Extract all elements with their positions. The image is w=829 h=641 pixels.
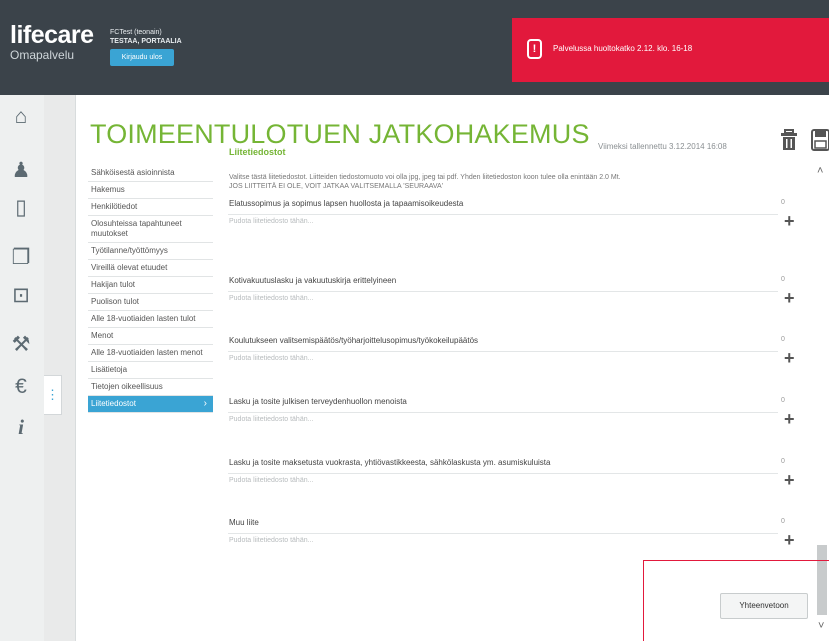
add-attachment-icon[interactable]: + xyxy=(784,349,795,367)
tools-icon[interactable]: ⚒ xyxy=(7,331,35,359)
instructions-line: JOS LIITTEITÄ EI OLE, VOIT JATKAA VALITS… xyxy=(229,183,444,190)
maintenance-alert: ! Palvelussa huoltokatko 2.12. klo. 16-1… xyxy=(512,18,829,82)
attachment-count[interactable]: 0 xyxy=(781,199,785,206)
section-item[interactable]: Puolison tulot xyxy=(88,294,213,311)
logo[interactable]: lifecare Omapalvelu xyxy=(10,22,94,62)
attachment-row: Koulutukseen valitsemispäätös/työharjoit… xyxy=(228,336,796,396)
logo-subtitle: Omapalvelu xyxy=(10,48,75,62)
attachment-title: Kotivakuutuslasku ja vakuutuskirja eritt… xyxy=(229,276,397,285)
attachment-row: Kotivakuutuslasku ja vakuutuskirja eritt… xyxy=(228,276,796,336)
person-icon[interactable]: ♟ xyxy=(7,157,35,185)
attachment-title: Elatussopimus ja sopimus lapsen huollost… xyxy=(229,199,464,208)
home-icon[interactable]: ⌂ xyxy=(7,103,35,131)
attachment-count[interactable]: 0 xyxy=(781,458,785,465)
divider xyxy=(228,214,778,215)
section-item[interactable]: Vireillä olevat etuudet xyxy=(88,260,213,277)
logout-button[interactable]: Kirjaudu ulos xyxy=(110,49,174,66)
attachment-count[interactable]: 0 xyxy=(781,518,785,525)
section-item[interactable]: Työtilanne/työttömyys xyxy=(88,243,213,260)
main-panel: TOIMEENTULOTUEN JATKOHAKEMUS Viimeksi ta… xyxy=(75,95,829,641)
instructions-line: Valitse tästä liitetiedostot. Liitteiden… xyxy=(229,174,621,181)
attachment-row: Lasku ja tosite julkisen terveydenhuollo… xyxy=(228,397,796,457)
add-attachment-icon[interactable]: + xyxy=(784,212,795,230)
drop-hint[interactable]: Pudota liitetiedosto tähän... xyxy=(229,537,313,544)
divider xyxy=(228,351,778,352)
instructions: Valitse tästä liitetiedostot. Liitteiden… xyxy=(229,173,621,191)
user-info: FCTest (teonain) TESTAA, PORTAALIA xyxy=(110,28,182,46)
euro-icon[interactable]: € xyxy=(7,373,35,401)
section-item[interactable]: Henkilötiedot xyxy=(88,199,213,216)
documents-icon[interactable]: ❐ xyxy=(7,244,35,272)
divider xyxy=(228,473,778,474)
exclamation-icon: ! xyxy=(527,39,542,59)
logo-brand: lifecare xyxy=(10,21,94,49)
section-menu: Sähköisestä asioinnista Hakemus Henkilöt… xyxy=(88,165,213,413)
section-item-liitetiedostot[interactable]: Liitetiedostot xyxy=(88,396,213,413)
section-item[interactable]: Menot xyxy=(88,328,213,345)
attachment-row: Lasku ja tosite maksetusta vuokrasta, yh… xyxy=(228,458,796,518)
section-item[interactable]: Alle 18-vuotiaiden lasten menot xyxy=(88,345,213,362)
attachment-title: Muu liite xyxy=(229,518,259,527)
section-item[interactable]: Hakemus xyxy=(88,182,213,199)
section-item[interactable]: Hakijan tulot xyxy=(88,277,213,294)
info-icon[interactable]: i xyxy=(7,413,35,441)
add-attachment-icon[interactable]: + xyxy=(784,531,795,549)
drop-hint[interactable]: Pudota liitetiedosto tähän... xyxy=(229,218,313,225)
alert-text: Palvelussa huoltokatko 2.12. klo. 16-18 xyxy=(553,44,693,53)
divider xyxy=(228,291,778,292)
section-item[interactable]: Alle 18-vuotiaiden lasten tulot xyxy=(88,311,213,328)
attachment-title: Lasku ja tosite maksetusta vuokrasta, yh… xyxy=(229,458,551,467)
attachment-title: Koulutukseen valitsemispäätös/työharjoit… xyxy=(229,336,479,345)
drop-hint[interactable]: Pudota liitetiedosto tähän... xyxy=(229,477,313,484)
add-attachment-icon[interactable]: + xyxy=(784,289,795,307)
section-heading: Liitetiedostot xyxy=(229,147,286,157)
divider xyxy=(228,533,778,534)
left-navigation: ⌂ ♟ ▯ ❐ ⊡ ⚒ € i xyxy=(0,95,44,641)
attachment-row: Muu liite 0 Pudota liitetiedosto tähän..… xyxy=(228,518,796,561)
section-item[interactable]: Lisätietoja xyxy=(88,362,213,379)
drop-hint[interactable]: Pudota liitetiedosto tähän... xyxy=(229,295,313,302)
attachment-count[interactable]: 0 xyxy=(781,336,785,343)
drop-hint[interactable]: Pudota liitetiedosto tähän... xyxy=(229,355,313,362)
company-name: TESTAA, PORTAALIA xyxy=(110,38,182,45)
attachment-title: Lasku ja tosite julkisen terveydenhuollo… xyxy=(229,397,407,406)
attachment-count[interactable]: 0 xyxy=(781,276,785,283)
inbox-icon[interactable]: ⊡ xyxy=(7,282,35,310)
section-item[interactable]: Olosuhteissa tapahtuneet muutokset xyxy=(88,216,213,243)
section-item[interactable]: Tietojen oikeellisuus xyxy=(88,379,213,396)
document-icon[interactable]: ▯ xyxy=(7,194,35,222)
add-attachment-icon[interactable]: + xyxy=(784,410,795,428)
attachment-row: Elatussopimus ja sopimus lapsen huollost… xyxy=(228,199,796,259)
attachments-content: Liitetiedostot Valitse tästä liitetiedos… xyxy=(228,147,808,561)
scroll-up-icon[interactable]: ˄ xyxy=(817,165,823,177)
section-item[interactable]: Sähköisestä asioinnista xyxy=(88,165,213,182)
save-icon[interactable] xyxy=(811,129,829,151)
attachment-count[interactable]: 0 xyxy=(781,397,785,404)
page-title: TOIMEENTULOTUEN JATKOHAKEMUS xyxy=(90,119,590,149)
summary-button[interactable]: Yhteenvetoon xyxy=(720,593,808,619)
menu-expand-handle[interactable]: ⋮ xyxy=(44,375,62,415)
add-attachment-icon[interactable]: + xyxy=(784,471,795,489)
user-name: FCTest (teonain) xyxy=(110,29,162,36)
divider xyxy=(228,412,778,413)
drop-hint[interactable]: Pudota liitetiedosto tähän... xyxy=(229,416,313,423)
